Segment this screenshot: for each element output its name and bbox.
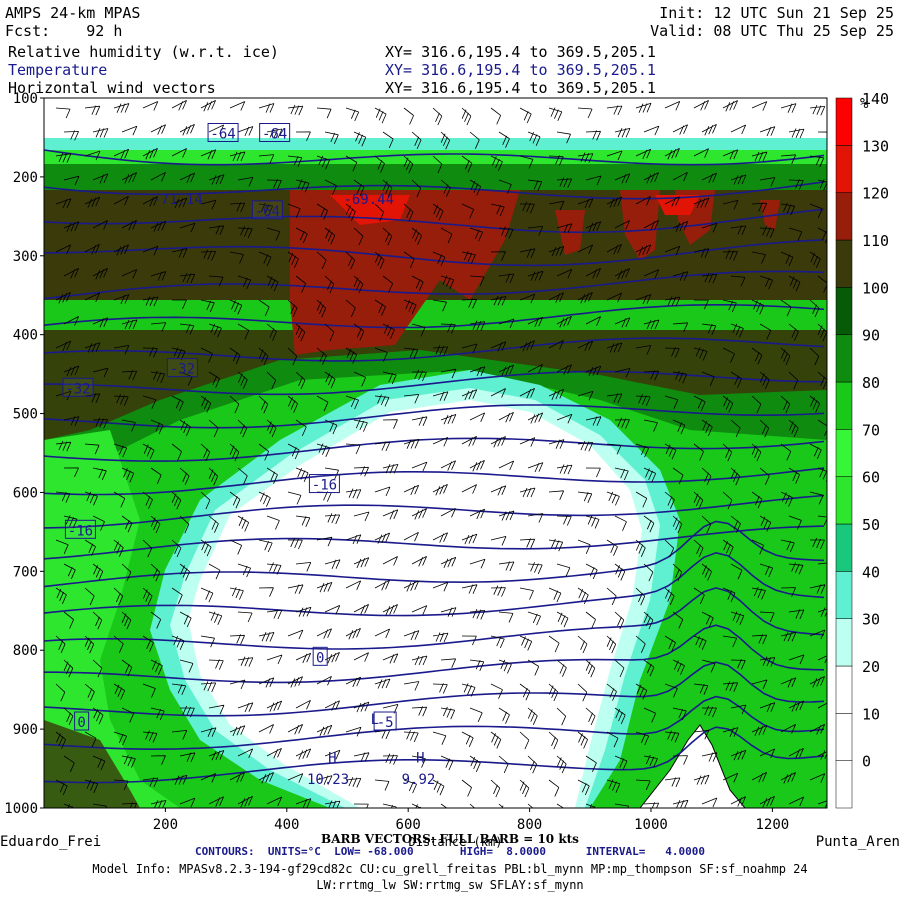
x-tick-label: 800 [517,817,542,833]
contour-info: CONTOURS: UNITS=°C LOW= -68.000 HIGH= 8.… [195,845,705,858]
colorbar-swatch [835,523,853,572]
contour-label: -32 [170,362,195,378]
y-tick-label: 700 [13,564,38,580]
contour-label: -64 [210,127,235,143]
contour-label: -64 [262,127,287,143]
colorbar-swatch [835,429,853,477]
colorbar-label: 10 [862,705,880,723]
colorbar-swatch [835,381,853,430]
colorbar-swatch [835,571,853,619]
contour-label: 9.92 [402,772,436,788]
colorbar-label: 80 [862,374,880,392]
colorbar-swatch [835,334,853,383]
contour-label: -16 [312,478,337,494]
x-tick-label: 600 [396,817,421,833]
colorbar-label: 60 [862,469,880,487]
colorbar-label: 140 [862,90,889,108]
colorbar-label: 40 [862,563,880,581]
colorbar-label: 120 [862,185,889,203]
contour-label: -64 [255,204,280,220]
cross-section-chart: -64 -64-64-71.14 -69.44-32-32-16-1600 L-5H1… [0,90,900,850]
contour-label: 0 [316,650,324,666]
plot-area: -64 -64-64-71.14 -69.44-32-32-16-1600 L-5H1… [43,97,828,809]
colorbar-swatch [835,287,853,335]
y-tick-label: 500 [13,407,38,423]
colorbar-label: 130 [862,137,889,155]
colorbar-label: 90 [862,327,880,345]
y-tick-label: 1000 [4,801,38,817]
colorbar-label: 110 [862,232,889,250]
y-tick-label: 100 [13,91,38,107]
colorbar-label: 0 [862,753,871,771]
colorbar-swatch [835,239,853,288]
contour-label: H [328,751,336,767]
colorbar-swatch [835,145,853,193]
colorbar-swatch [835,192,853,241]
x-tick-label: 1000 [634,817,668,833]
x-tick-label: 200 [153,817,178,833]
colorbar-swatch [835,476,853,525]
colorbar-swatch [835,97,853,146]
contour-label: 10.23 [307,772,349,788]
colorbar-label: 70 [862,421,880,439]
barb-legend: BARB VECTORS: FULL BARB = 10 kts [321,832,579,846]
x-tick-label: 1200 [756,817,790,833]
contour-label: -32 [65,381,90,397]
contour-label: -71.14 [152,192,203,208]
y-axis: 100 200 300 400 500 600 700 800 900 1000 [4,91,44,817]
colorbar: %1401301201101009080706050403020100 [835,90,889,809]
y-tick-label: 900 [13,722,38,738]
contour-label: -69.44 [343,192,394,208]
y-tick-label: 200 [13,170,38,186]
rh-band-upper-light [44,148,827,164]
contour-label: 0 [77,715,85,731]
y-tick-label: 600 [13,485,38,501]
model-info-line-2: LW:rrtmg_lw SW:rrtmg_sw SFLAY:sf_mynn [316,878,584,892]
rh-band-upper-cyan [44,138,827,150]
colorbar-label: 100 [862,279,889,297]
contour-label: -5 [377,715,394,731]
contour-label: -16 [68,523,93,539]
colorbar-label: 50 [862,516,880,534]
colorbar-swatch [835,760,853,809]
colorbar-swatch [835,665,853,714]
x-tick-label: 400 [274,817,299,833]
colorbar-label: 30 [862,611,880,629]
colorbar-swatch [835,618,853,667]
y-tick-label: 300 [13,249,38,265]
colorbar-label: 20 [862,658,880,676]
model-info-line-1: Model Info: MPASv8.2.3-194-gf29cd82c CU:… [92,862,808,876]
y-tick-label: 400 [13,328,38,344]
y-tick-label: 800 [13,643,38,659]
contour-label: H [416,751,424,767]
colorbar-swatch [835,713,853,761]
rh-shading [44,138,827,808]
